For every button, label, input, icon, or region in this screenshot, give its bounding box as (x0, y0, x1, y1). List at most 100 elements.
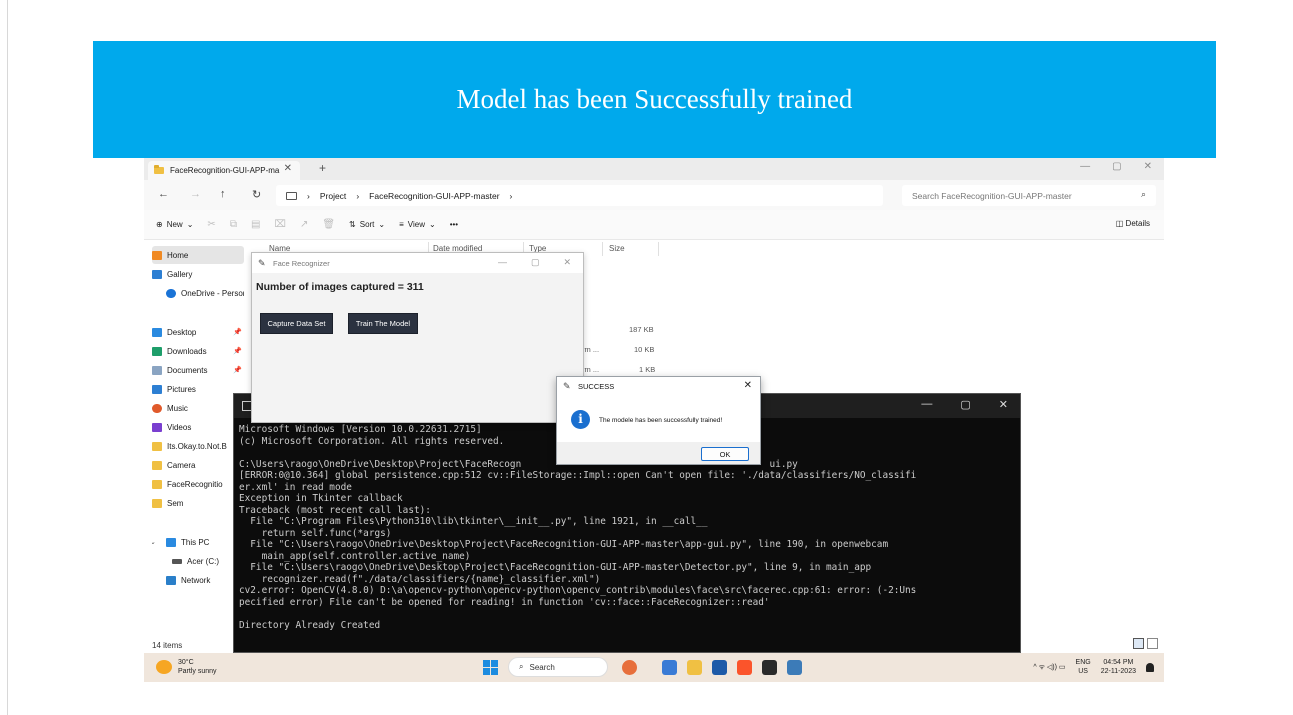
sidebar-item-videos[interactable]: Videos (152, 418, 244, 436)
close-button[interactable]: ✕ (744, 380, 752, 391)
sidebar-item-music[interactable]: Music (152, 399, 244, 417)
system-tray: ^ ᯤ ◁)) ▭ ENG US 04:54 PM 22-11-2023 (1033, 658, 1154, 676)
terminal-icon[interactable] (762, 660, 777, 675)
brave-browser-icon[interactable] (737, 660, 752, 675)
dialog-title: SUCCESS (578, 381, 615, 391)
forward-arrow-icon[interactable]: → (190, 188, 201, 200)
rename-icon[interactable]: ⌧ (274, 219, 286, 230)
terminal-line: File "C:\Program Files\Python310\lib\tki… (239, 516, 708, 527)
terminal-line: Exception in Tkinter callback (239, 493, 403, 504)
close-button[interactable]: ✕ (1144, 161, 1152, 172)
terminal-line: recognizer.read(f"./data/classifiers/{na… (239, 573, 601, 585)
address-bar[interactable]: › Project › FaceRecognition-GUI-APP-mast… (276, 185, 883, 206)
python-app-icon[interactable] (787, 660, 802, 675)
up-arrow-icon[interactable]: ↑ (220, 188, 226, 200)
sidebar-item-desktop[interactable]: Desktop 📌 (152, 323, 244, 341)
maximize-button[interactable]: ▢ (960, 398, 970, 411)
chevron-right-icon: › (307, 190, 310, 201)
search-input[interactable]: Search FaceRecognition-GUI-APP-master ⌕ (902, 185, 1156, 206)
music-icon (152, 403, 162, 413)
region-code: US (1078, 668, 1088, 675)
start-button-icon[interactable] (483, 660, 498, 675)
cut-icon[interactable]: ✂ (207, 219, 215, 230)
column-header-size[interactable]: Size (609, 244, 625, 253)
sidebar-item-gallery[interactable]: Gallery (152, 265, 244, 283)
clock[interactable]: 04:54 PM 22-11-2023 (1101, 658, 1136, 676)
language-indicator[interactable]: ENG US (1076, 658, 1091, 676)
delete-icon[interactable]: 🗑 (322, 219, 335, 230)
sidebar-item-label: Music (167, 403, 188, 413)
view-button[interactable]: ≡ View ⌄ (399, 220, 436, 229)
weather-widget[interactable]: 30°C Partly sunny (156, 658, 217, 676)
tiles-view-icon[interactable] (1147, 638, 1158, 649)
store-icon[interactable] (712, 660, 727, 675)
copy-icon[interactable]: ⧉ (230, 219, 237, 230)
sidebar-item-label: Videos (167, 422, 192, 432)
breadcrumb-project[interactable]: Project (320, 191, 346, 201)
tray-symbols[interactable]: ^ ᯤ ◁)) ▭ (1033, 663, 1065, 672)
pc-icon (286, 191, 297, 200)
minimize-button[interactable]: — (498, 257, 507, 268)
sidebar-item-documents[interactable]: Documents 📌 (152, 361, 244, 379)
sidebar-item-sem[interactable]: Sem (152, 494, 244, 512)
sidebar-item-label: OneDrive - Persona (181, 288, 244, 298)
details-view-icon[interactable] (1133, 638, 1144, 649)
back-arrow-icon[interactable]: ← (158, 188, 169, 200)
search-placeholder: Search FaceRecognition-GUI-APP-master (912, 190, 1072, 201)
sidebar-item-onedrive[interactable]: ›OneDrive - Persona (152, 284, 244, 302)
file-explorer-icon[interactable] (687, 660, 702, 675)
minimize-button[interactable]: — (921, 398, 932, 411)
maximize-button[interactable]: ▢ (1112, 161, 1121, 172)
capture-data-set-button[interactable]: Capture Data Set (260, 313, 333, 334)
time: 04:54 PM (1103, 659, 1134, 666)
maximize-button[interactable]: ▢ (531, 257, 540, 268)
breadcrumb-repo[interactable]: FaceRecognition-GUI-APP-master (369, 191, 499, 201)
pin-icon: 📌 (233, 329, 242, 336)
drive-icon (172, 558, 182, 564)
dialog-body: i The modele has been successfully train… (557, 395, 760, 442)
close-tab-icon[interactable]: ✕ (284, 163, 292, 174)
search-icon: ⌕ (519, 662, 524, 671)
sort-icon: ⇅ (349, 220, 356, 229)
view-toggle (1133, 638, 1158, 649)
terminal-line: Traceback (most recent call last): (239, 504, 431, 516)
paste-icon[interactable]: ▤ (251, 219, 260, 230)
pin-icon: 📌 (233, 348, 242, 355)
language-code: ENG (1075, 659, 1091, 666)
sidebar-item-downloads[interactable]: Downloads 📌 (152, 342, 244, 360)
new-label: New (166, 220, 183, 229)
tab-facerecognition[interactable]: FaceRecognition-GUI-APP-ma ✕ (148, 161, 300, 180)
new-tab-button[interactable]: + (319, 161, 326, 175)
refresh-icon[interactable]: ↻ (252, 188, 261, 201)
more-options-button[interactable]: ••• (450, 220, 458, 229)
details-button[interactable]: ◫ Details (1116, 219, 1150, 228)
close-button[interactable]: ✕ (563, 257, 571, 268)
search-icon: ⌕ (1140, 189, 1146, 199)
sidebar-item-network[interactable]: ›Network (152, 571, 244, 589)
sort-button[interactable]: ⇅ Sort ⌄ (349, 220, 385, 229)
sidebar-item-label: Its.Okay.to.Not.B (167, 441, 227, 451)
sidebar-item-folder[interactable]: Its.Okay.to.Not.B (152, 437, 244, 455)
sidebar-item-this-pc[interactable]: ⌄ This PC (152, 533, 244, 551)
new-button[interactable]: ⊕ New ⌄ (156, 220, 193, 229)
sidebar-item-camera[interactable]: Camera (152, 456, 244, 474)
taskbar-search[interactable]: ⌕ Search (508, 657, 608, 677)
sidebar-item-home[interactable]: Home (152, 246, 244, 264)
success-dialog: ✎ SUCCESS ✕ i The modele has been succes… (556, 376, 761, 465)
tab-label: FaceRecognition-GUI-APP-ma (170, 166, 280, 175)
ok-button[interactable]: OK (701, 447, 749, 461)
sidebar-item-pictures[interactable]: Pictures (152, 380, 244, 398)
sidebar-item-facerecognition[interactable]: FaceRecognitio (152, 475, 244, 493)
train-model-button[interactable]: Train The Model (348, 313, 418, 334)
details-label: Details (1125, 219, 1150, 228)
notification-bell-icon[interactable] (1146, 662, 1154, 672)
sidebar-item-label: Sem (167, 498, 184, 508)
share-icon[interactable]: ↗ (300, 219, 308, 230)
minimize-button[interactable]: — (1080, 161, 1090, 172)
dialog-title-bar: ✎ SUCCESS ✕ (557, 377, 760, 395)
close-button[interactable]: ✕ (999, 398, 1008, 411)
sidebar-item-label: Desktop (167, 327, 197, 337)
pc-icon (166, 537, 176, 547)
teams-icon[interactable] (662, 660, 677, 675)
widgets-icon[interactable] (622, 660, 637, 675)
